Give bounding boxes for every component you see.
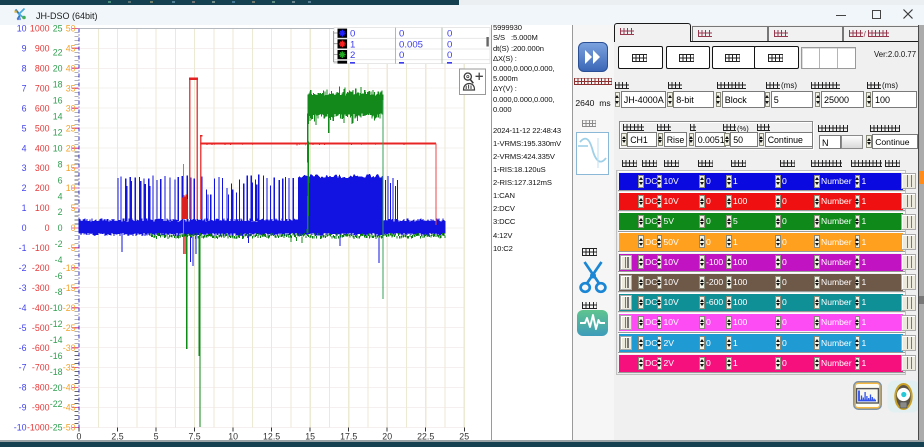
svg-text:35: 35 bbox=[66, 84, 76, 94]
svg-text:-20: -20 bbox=[63, 303, 76, 313]
svg-text:15: 15 bbox=[66, 163, 76, 173]
svg-text:0: 0 bbox=[45, 223, 50, 233]
svg-text:-300: -300 bbox=[32, 283, 50, 293]
svg-text:20: 20 bbox=[53, 64, 63, 74]
svg-text:4: 4 bbox=[22, 143, 27, 153]
svg-text:100: 100 bbox=[35, 203, 50, 213]
svg-text:500: 500 bbox=[35, 123, 50, 133]
svg-text:16: 16 bbox=[53, 96, 63, 106]
svg-text:4: 4 bbox=[58, 191, 63, 201]
svg-text:-25: -25 bbox=[50, 423, 63, 433]
svg-text:-10: -10 bbox=[63, 263, 76, 273]
svg-text:6: 6 bbox=[58, 175, 63, 185]
svg-text:25: 25 bbox=[66, 123, 76, 133]
svg-text:-20: -20 bbox=[50, 383, 63, 393]
svg-text:8: 8 bbox=[58, 159, 63, 169]
svg-text:600: 600 bbox=[35, 103, 50, 113]
svg-text:-6: -6 bbox=[19, 343, 27, 353]
svg-text:30: 30 bbox=[66, 103, 76, 113]
svg-text:900: 900 bbox=[35, 44, 50, 54]
svg-text:-9: -9 bbox=[19, 403, 27, 413]
svg-text:0.005: 0.005 bbox=[399, 39, 423, 50]
svg-text:-500: -500 bbox=[32, 323, 50, 333]
svg-text:-100: -100 bbox=[32, 243, 50, 253]
svg-text:0: 0 bbox=[447, 50, 452, 61]
svg-text:-6: -6 bbox=[55, 271, 63, 281]
svg-text:10: 10 bbox=[53, 143, 63, 153]
svg-text:-4: -4 bbox=[19, 303, 27, 313]
svg-text:-45: -45 bbox=[63, 403, 76, 413]
svg-text:20: 20 bbox=[66, 143, 76, 153]
svg-text:18: 18 bbox=[53, 80, 63, 90]
svg-text:5: 5 bbox=[71, 203, 76, 213]
svg-text:0: 0 bbox=[22, 223, 27, 233]
svg-text:0: 0 bbox=[399, 50, 404, 61]
svg-text:0: 0 bbox=[447, 39, 452, 50]
svg-text:-600: -600 bbox=[32, 343, 50, 353]
svg-text:-16: -16 bbox=[50, 351, 63, 361]
svg-text:-400: -400 bbox=[32, 303, 50, 313]
svg-text:-15: -15 bbox=[63, 283, 76, 293]
svg-text:8: 8 bbox=[22, 64, 27, 74]
svg-text:0: 0 bbox=[399, 29, 404, 40]
svg-text:1: 1 bbox=[350, 39, 355, 50]
svg-text:-900: -900 bbox=[32, 403, 50, 413]
svg-text:-22: -22 bbox=[50, 399, 63, 409]
svg-text:800: 800 bbox=[35, 64, 50, 74]
svg-text:-700: -700 bbox=[32, 363, 50, 373]
svg-text:-4: -4 bbox=[55, 255, 63, 265]
svg-text:2: 2 bbox=[58, 207, 63, 217]
svg-text:10: 10 bbox=[66, 183, 76, 193]
svg-text:45: 45 bbox=[66, 44, 76, 54]
svg-text:-8: -8 bbox=[55, 287, 63, 297]
svg-text:-14: -14 bbox=[50, 335, 63, 345]
svg-text:14: 14 bbox=[53, 112, 63, 122]
svg-text:-2: -2 bbox=[55, 239, 63, 249]
svg-text:12: 12 bbox=[53, 127, 63, 137]
svg-text:7: 7 bbox=[22, 84, 27, 94]
svg-text:50: 50 bbox=[66, 25, 76, 34]
svg-text:-1: -1 bbox=[19, 243, 27, 253]
svg-text:40: 40 bbox=[66, 64, 76, 74]
svg-text:3: 3 bbox=[22, 163, 27, 173]
svg-text:9: 9 bbox=[22, 44, 27, 54]
svg-text:0: 0 bbox=[58, 223, 63, 233]
svg-text:0: 0 bbox=[350, 29, 355, 40]
svg-text:10: 10 bbox=[17, 25, 27, 34]
svg-text:-5: -5 bbox=[19, 323, 27, 333]
svg-text:1: 1 bbox=[22, 203, 27, 213]
svg-text:-50: -50 bbox=[63, 423, 76, 433]
svg-text:2: 2 bbox=[22, 183, 27, 193]
svg-text:-35: -35 bbox=[63, 363, 76, 373]
svg-text:-800: -800 bbox=[32, 383, 50, 393]
svg-text:-30: -30 bbox=[63, 343, 76, 353]
svg-text:2: 2 bbox=[350, 50, 355, 61]
svg-text:-7: -7 bbox=[19, 363, 27, 373]
svg-text:0: 0 bbox=[71, 223, 76, 233]
svg-text:200: 200 bbox=[35, 183, 50, 193]
svg-text:-1000: -1000 bbox=[27, 423, 50, 433]
svg-text:22: 22 bbox=[53, 48, 63, 58]
svg-text:5: 5 bbox=[22, 123, 27, 133]
svg-text:-3: -3 bbox=[19, 283, 27, 293]
svg-text:400: 400 bbox=[35, 143, 50, 153]
svg-text:-40: -40 bbox=[63, 383, 76, 393]
svg-text:700: 700 bbox=[35, 84, 50, 94]
svg-text:300: 300 bbox=[35, 163, 50, 173]
svg-text:-200: -200 bbox=[32, 263, 50, 273]
svg-text:-25: -25 bbox=[63, 323, 76, 333]
svg-text:-5: -5 bbox=[68, 243, 76, 253]
svg-text:0: 0 bbox=[447, 29, 452, 40]
svg-text:-10: -10 bbox=[14, 423, 27, 433]
svg-text:25: 25 bbox=[53, 25, 63, 34]
svg-text:-18: -18 bbox=[50, 367, 63, 377]
svg-text:-8: -8 bbox=[19, 383, 27, 393]
svg-text:1000: 1000 bbox=[30, 25, 50, 34]
svg-text:-10: -10 bbox=[50, 303, 63, 313]
svg-text:6: 6 bbox=[22, 103, 27, 113]
svg-text:-12: -12 bbox=[50, 319, 63, 329]
svg-text:-2: -2 bbox=[19, 263, 27, 273]
